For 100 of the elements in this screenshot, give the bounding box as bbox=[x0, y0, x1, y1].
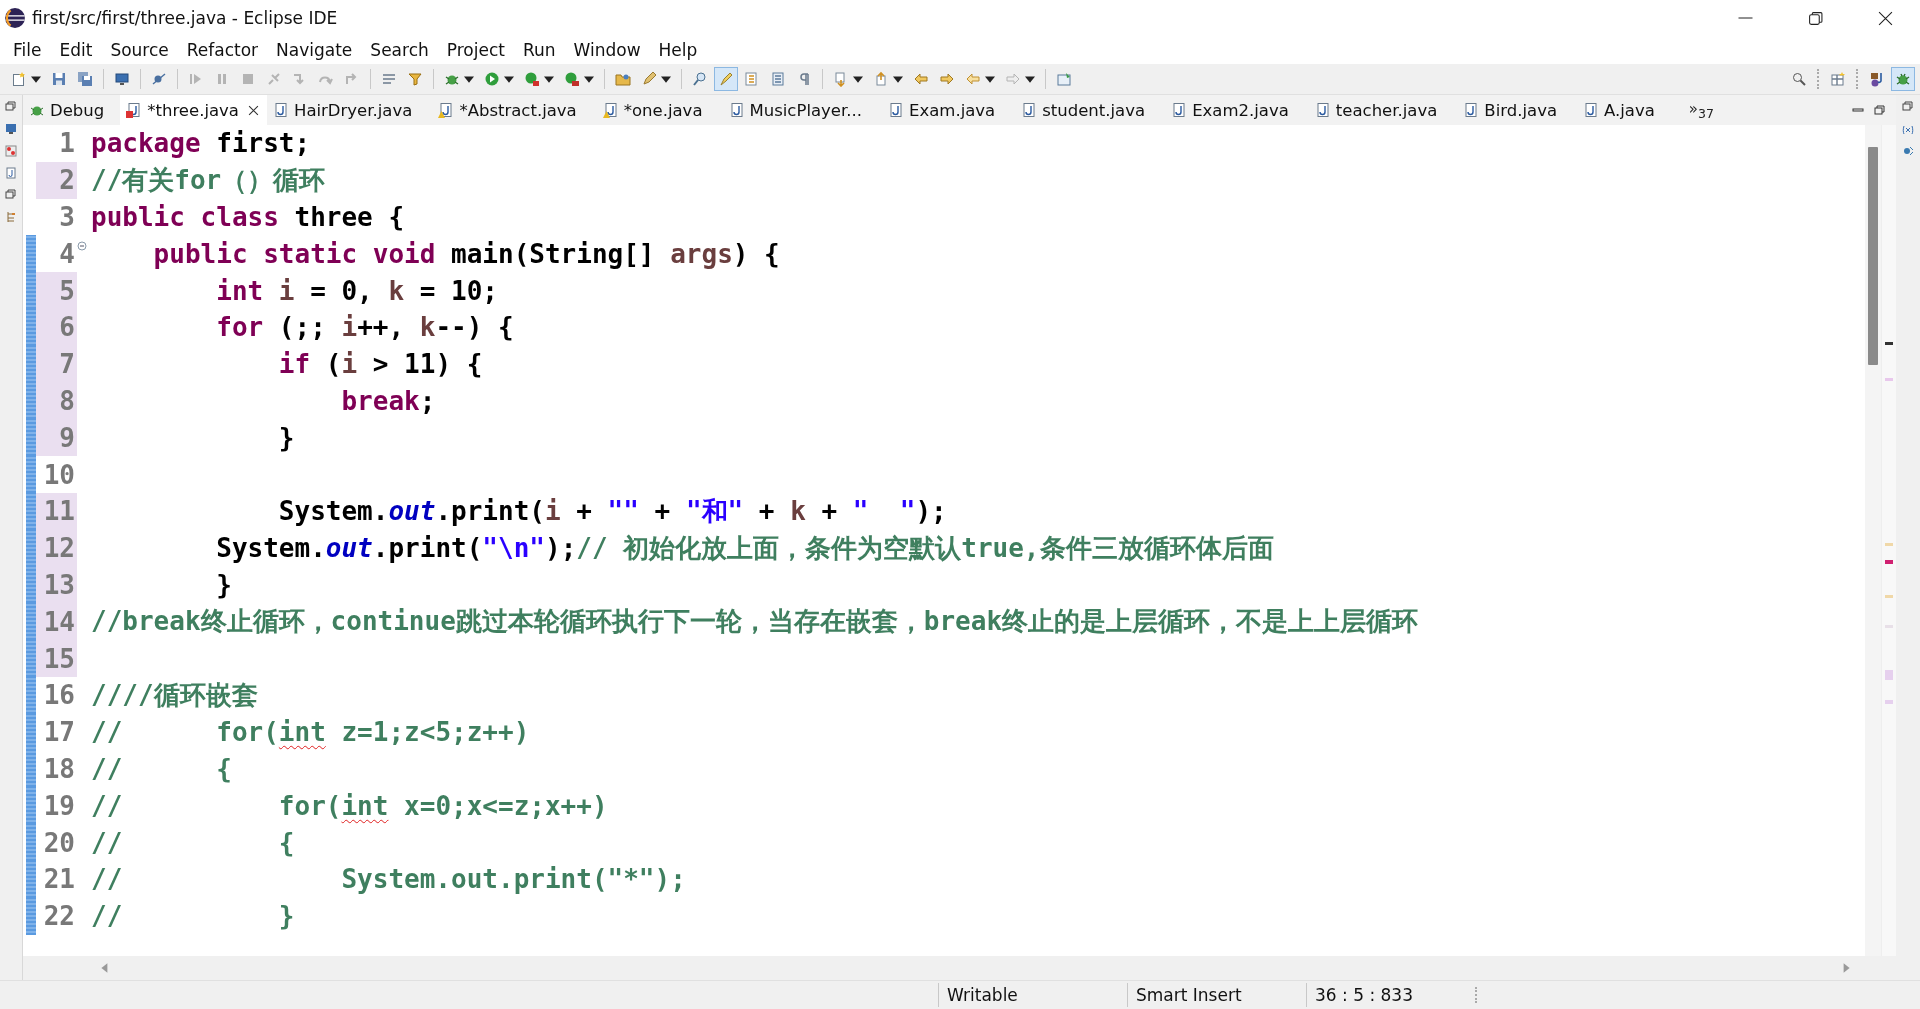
code-line: System.out.print("\n");// 初始化放上面，条件为空默认true,条件三放循环体后面 bbox=[215, 531, 1274, 566]
menu-item[interactable]: Refactor bbox=[177, 38, 268, 62]
menu-item[interactable]: Window bbox=[564, 38, 650, 62]
last-edit-back-icon bbox=[913, 71, 929, 87]
code-line: ////循环嵌套 bbox=[91, 678, 258, 712]
code-line: // System.out.print("*"); bbox=[91, 863, 686, 897]
last-edit-forward-icon bbox=[939, 71, 955, 87]
code-line: break; bbox=[340, 384, 436, 418]
menu-item[interactable]: File bbox=[4, 38, 51, 62]
editor-tab[interactable]: *one.java bbox=[596, 95, 723, 125]
caret-icon bbox=[504, 74, 514, 84]
save-icon bbox=[51, 71, 67, 87]
window-title: first/src/first/three.java - Eclipse IDE bbox=[32, 8, 338, 28]
line-number: 18 bbox=[42, 752, 76, 786]
code-line: // { bbox=[91, 826, 295, 860]
caret-icon bbox=[1025, 74, 1035, 84]
code-line: // { bbox=[91, 752, 232, 786]
java-file-icon bbox=[5, 167, 17, 179]
line-number: 11 bbox=[36, 492, 77, 530]
editor-tab[interactable]: MusicPlayer... bbox=[722, 95, 882, 125]
code-line: public class three { bbox=[91, 201, 405, 234]
line-number: 8 bbox=[36, 382, 77, 420]
caret-icon bbox=[31, 74, 41, 84]
editor-tab[interactable]: HairDryer.java bbox=[267, 95, 433, 125]
forward-icon bbox=[1005, 71, 1021, 87]
editor-tab[interactable]: A.java bbox=[1577, 95, 1675, 125]
caret-icon bbox=[464, 74, 474, 84]
new-file-icon bbox=[11, 71, 27, 87]
caret-icon bbox=[661, 74, 671, 84]
line-number: 14 bbox=[36, 603, 77, 641]
code-line: if (i > 11) { bbox=[277, 348, 483, 382]
code-line: } bbox=[277, 421, 295, 455]
menu-item[interactable]: Edit bbox=[50, 38, 102, 62]
open-perspective-icon bbox=[1830, 71, 1846, 87]
code-line: } bbox=[215, 568, 232, 602]
save-all-icon bbox=[77, 71, 93, 87]
eclipse-logo-icon bbox=[4, 7, 26, 29]
menu-item[interactable]: Project bbox=[437, 38, 514, 62]
code-line: for (;; i++, k--) { bbox=[215, 311, 514, 345]
folder-icon bbox=[615, 71, 631, 87]
perspective-tab[interactable]: Debug bbox=[23, 95, 121, 125]
document-icon bbox=[744, 71, 760, 87]
scrollbar-thumb[interactable] bbox=[1868, 147, 1878, 365]
menu-item[interactable]: Search bbox=[361, 38, 438, 62]
highlighter-icon bbox=[718, 71, 734, 87]
menu-item[interactable]: Help bbox=[649, 38, 707, 62]
maximize-icon[interactable] bbox=[1874, 104, 1886, 116]
monitor-icon bbox=[5, 123, 17, 135]
editor-tab[interactable]: Bird.java bbox=[1457, 95, 1577, 125]
close-icon[interactable] bbox=[248, 104, 259, 116]
code-line: package first; bbox=[91, 127, 311, 161]
outline-icon bbox=[5, 211, 17, 223]
breakpoint-icon bbox=[1902, 145, 1914, 157]
line-number: 4 bbox=[58, 237, 76, 271]
list-icon bbox=[381, 71, 397, 87]
line-number: 6 bbox=[36, 309, 77, 346]
collapse-icon[interactable] bbox=[77, 241, 87, 252]
editor-tab[interactable]: Exam2.java bbox=[1165, 95, 1309, 125]
restore-icon bbox=[1902, 101, 1914, 113]
line-number: 19 bbox=[42, 789, 76, 823]
close-icon bbox=[1877, 10, 1893, 26]
editor-tab[interactable]: Exam.java bbox=[882, 95, 1016, 125]
code-line: // } bbox=[91, 900, 295, 934]
line-number: 9 bbox=[36, 419, 77, 457]
code-line: int i = 0, k = 10; bbox=[215, 274, 498, 308]
line-number: 7 bbox=[36, 345, 77, 383]
line-number: 17 bbox=[42, 716, 76, 750]
line-number: 3 bbox=[58, 201, 76, 234]
pin-editor-icon bbox=[1056, 71, 1072, 87]
restore-icon bbox=[5, 189, 17, 201]
menu-item[interactable]: Source bbox=[101, 38, 178, 62]
disconnect-icon bbox=[266, 71, 282, 87]
restore-icon bbox=[1807, 10, 1823, 26]
line-number: 13 bbox=[36, 566, 77, 604]
caret-icon bbox=[584, 74, 594, 84]
line-number: 16 bbox=[42, 679, 76, 713]
tab-overflow-button[interactable]: »$_{37}$ bbox=[1688, 99, 1714, 121]
editor-tab[interactable]: *three.java bbox=[120, 95, 267, 125]
stop-icon bbox=[240, 71, 256, 87]
menu-item[interactable]: Navigate bbox=[267, 38, 362, 62]
line-number: 10 bbox=[42, 458, 76, 492]
editor-tab[interactable]: teacher.java bbox=[1308, 95, 1458, 125]
menu-item[interactable]: Run bbox=[513, 38, 565, 62]
document-list-icon bbox=[770, 71, 786, 87]
editor-tab[interactable]: *Abstract.java bbox=[432, 95, 597, 125]
run-icon bbox=[484, 71, 500, 87]
caret-icon bbox=[544, 74, 554, 84]
skip-breakpoints-icon bbox=[151, 71, 167, 87]
caret-icon bbox=[985, 74, 995, 84]
monitor-icon bbox=[114, 71, 130, 87]
status-field: Writable bbox=[938, 983, 1127, 1007]
restore-icon bbox=[5, 101, 17, 113]
filter-icon bbox=[407, 71, 423, 87]
status-field: Smart Insert bbox=[1127, 983, 1306, 1007]
editor-tab[interactable]: student.java bbox=[1015, 95, 1166, 125]
search-type-icon bbox=[692, 71, 708, 87]
line-number: 12 bbox=[36, 529, 77, 567]
line-number: 15 bbox=[36, 640, 77, 677]
code-line: public static void main(String[] args) { bbox=[152, 237, 780, 271]
line-number: 5 bbox=[36, 272, 77, 309]
